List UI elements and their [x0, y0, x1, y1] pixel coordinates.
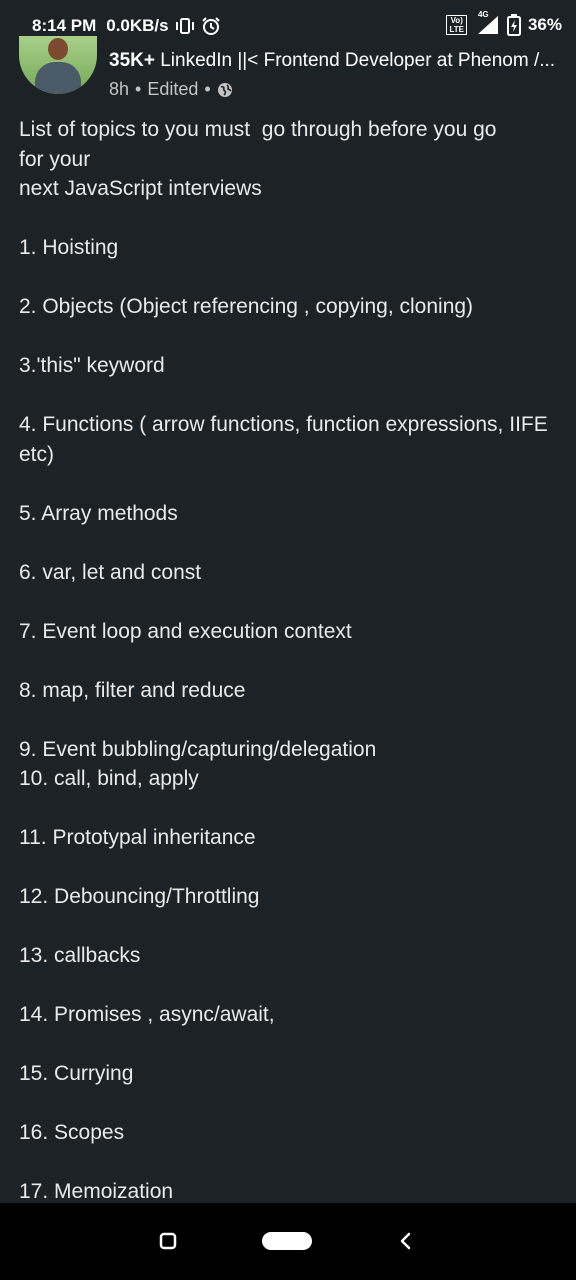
topic-item: 4. Functions ( arrow functions, function… [19, 413, 548, 466]
topic-item: 14. Promises , async/await, [19, 1003, 275, 1026]
author-headline[interactable]: 35K+ LinkedIn ||< Frontend Developer at … [109, 50, 564, 72]
post-header: 35K+ LinkedIn ||< Frontend Developer at … [0, 36, 576, 104]
home-pill-icon [262, 1232, 312, 1250]
topic-item: 12. Debouncing/Throttling [19, 885, 260, 908]
system-nav-bar [0, 1203, 576, 1280]
avatar[interactable] [19, 36, 97, 94]
network-speed: 0.0KB/s [106, 16, 169, 35]
topic-item: 15. Currying [19, 1062, 134, 1085]
intro-line: for your [19, 147, 91, 171]
battery-icon [506, 14, 521, 36]
home-button[interactable] [258, 1227, 316, 1255]
topic-item: 9. Event bubbling/capturing/delegation [19, 737, 377, 761]
recents-button[interactable] [148, 1221, 188, 1261]
topic-item: 3.'this" keyword [19, 354, 165, 377]
topic-item: 1. Hoisting [19, 236, 119, 259]
topic-item: 17. Memoization [19, 1180, 174, 1203]
topic-item: 13. callbacks [19, 944, 141, 967]
follower-count: 35K+ [109, 50, 155, 71]
vibrate-icon [175, 18, 194, 34]
topic-item: 6. var, let and const [19, 560, 202, 584]
clock-time: 8:14 PM [32, 16, 97, 35]
topic-item: 2. Objects (Object referencing , copying… [19, 295, 474, 318]
recents-icon [159, 1232, 177, 1250]
separator: • [204, 79, 211, 99]
back-button[interactable] [386, 1221, 426, 1261]
topic-item: 16. Scopes [19, 1121, 125, 1144]
intro-line: List of topics to you must go through be… [19, 118, 497, 141]
headline-text: LinkedIn ||< Frontend Developer at Pheno… [160, 50, 556, 71]
globe-icon [217, 82, 232, 97]
post-meta: 35K+ LinkedIn ||< Frontend Developer at … [109, 50, 564, 100]
battery-percent: 36% [527, 15, 562, 34]
time-ago: 8h [109, 79, 130, 99]
post-body[interactable]: List of topics to you must go through be… [19, 115, 549, 1203]
post-time-line: 8h • Edited • [109, 79, 564, 100]
network-type: 4G [477, 10, 489, 19]
topic-item: 10. call, bind, apply [19, 767, 199, 790]
edited-label: Edited [147, 79, 199, 99]
topic-item: 8. map, filter and reduce [19, 678, 246, 702]
separator: • [135, 79, 142, 99]
topic-item: 5. Array methods [19, 501, 178, 525]
volte-icon: Vo) LTE [446, 15, 467, 35]
topic-item: 11. Prototypal inheritance [19, 826, 256, 849]
back-icon [400, 1232, 411, 1250]
alarm-icon [201, 17, 220, 35]
topic-item: 7. Event loop and execution context [19, 619, 352, 643]
intro-line: next JavaScript interviews [19, 177, 262, 200]
